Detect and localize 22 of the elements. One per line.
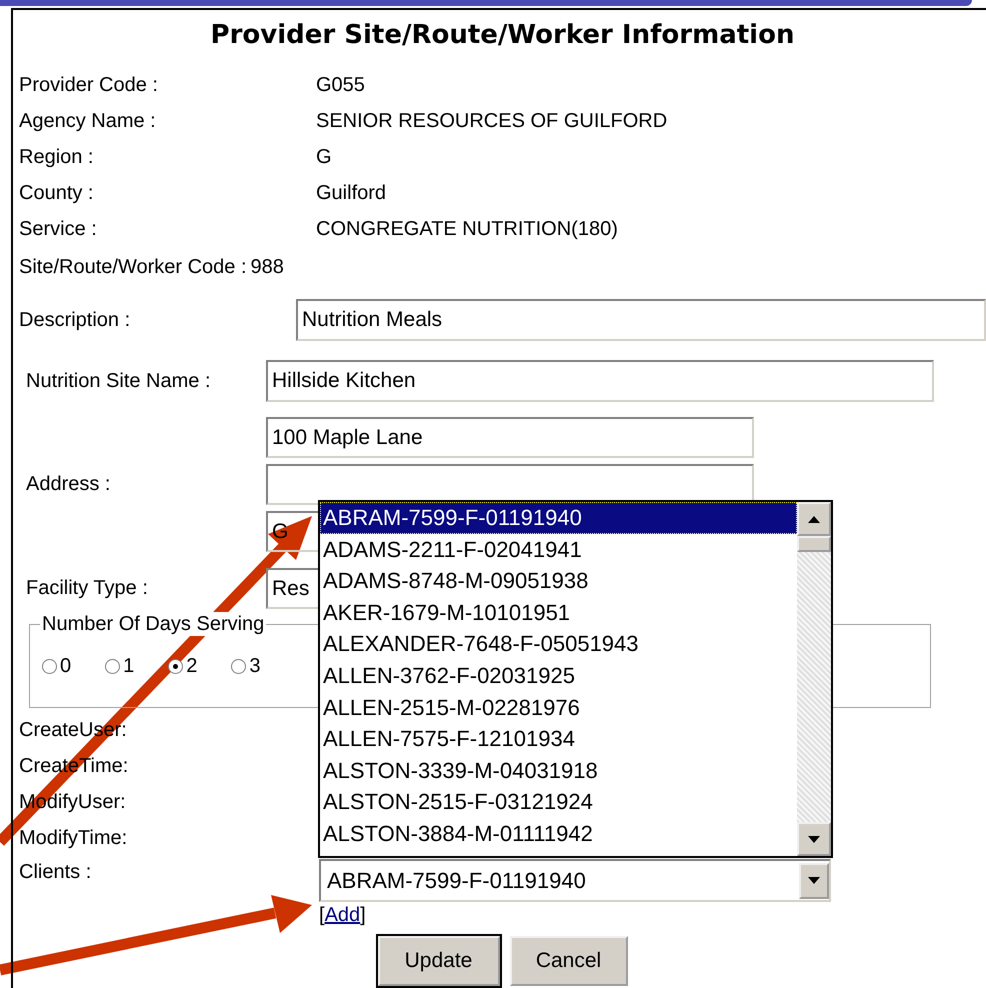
field-label: County :	[19, 182, 94, 204]
field-value: 988	[250, 256, 284, 278]
field-value: G055	[316, 74, 365, 96]
field-value: Guilford	[316, 182, 386, 204]
field-label: Agency Name :	[19, 110, 156, 132]
field-value: CONGREGATE NUTRITION(180)	[316, 218, 618, 240]
field-label: Clients :	[19, 861, 92, 884]
field-value: G	[316, 146, 332, 168]
field-label: Nutrition Site Name :	[26, 370, 212, 392]
page-title: Provider Site/Route/Worker Information	[210, 19, 796, 52]
field-label: Service :	[19, 218, 97, 240]
field-label: ModifyTime:	[19, 826, 128, 850]
field-label: Provider Code :	[19, 74, 158, 96]
bracket-text: ]	[360, 904, 366, 928]
field-label: Site/Route/Worker Code :	[19, 256, 247, 278]
field-value: SENIOR RESOURCES OF GUILFORD	[316, 110, 668, 132]
field-label: Description :	[19, 308, 132, 332]
fieldset-legend: Number Of Days Serving	[40, 612, 266, 636]
field-label: Region :	[19, 146, 94, 168]
bracket-text: [	[319, 904, 325, 928]
field-label: Address :	[26, 473, 112, 496]
field-label: Facility Type :	[26, 577, 149, 600]
